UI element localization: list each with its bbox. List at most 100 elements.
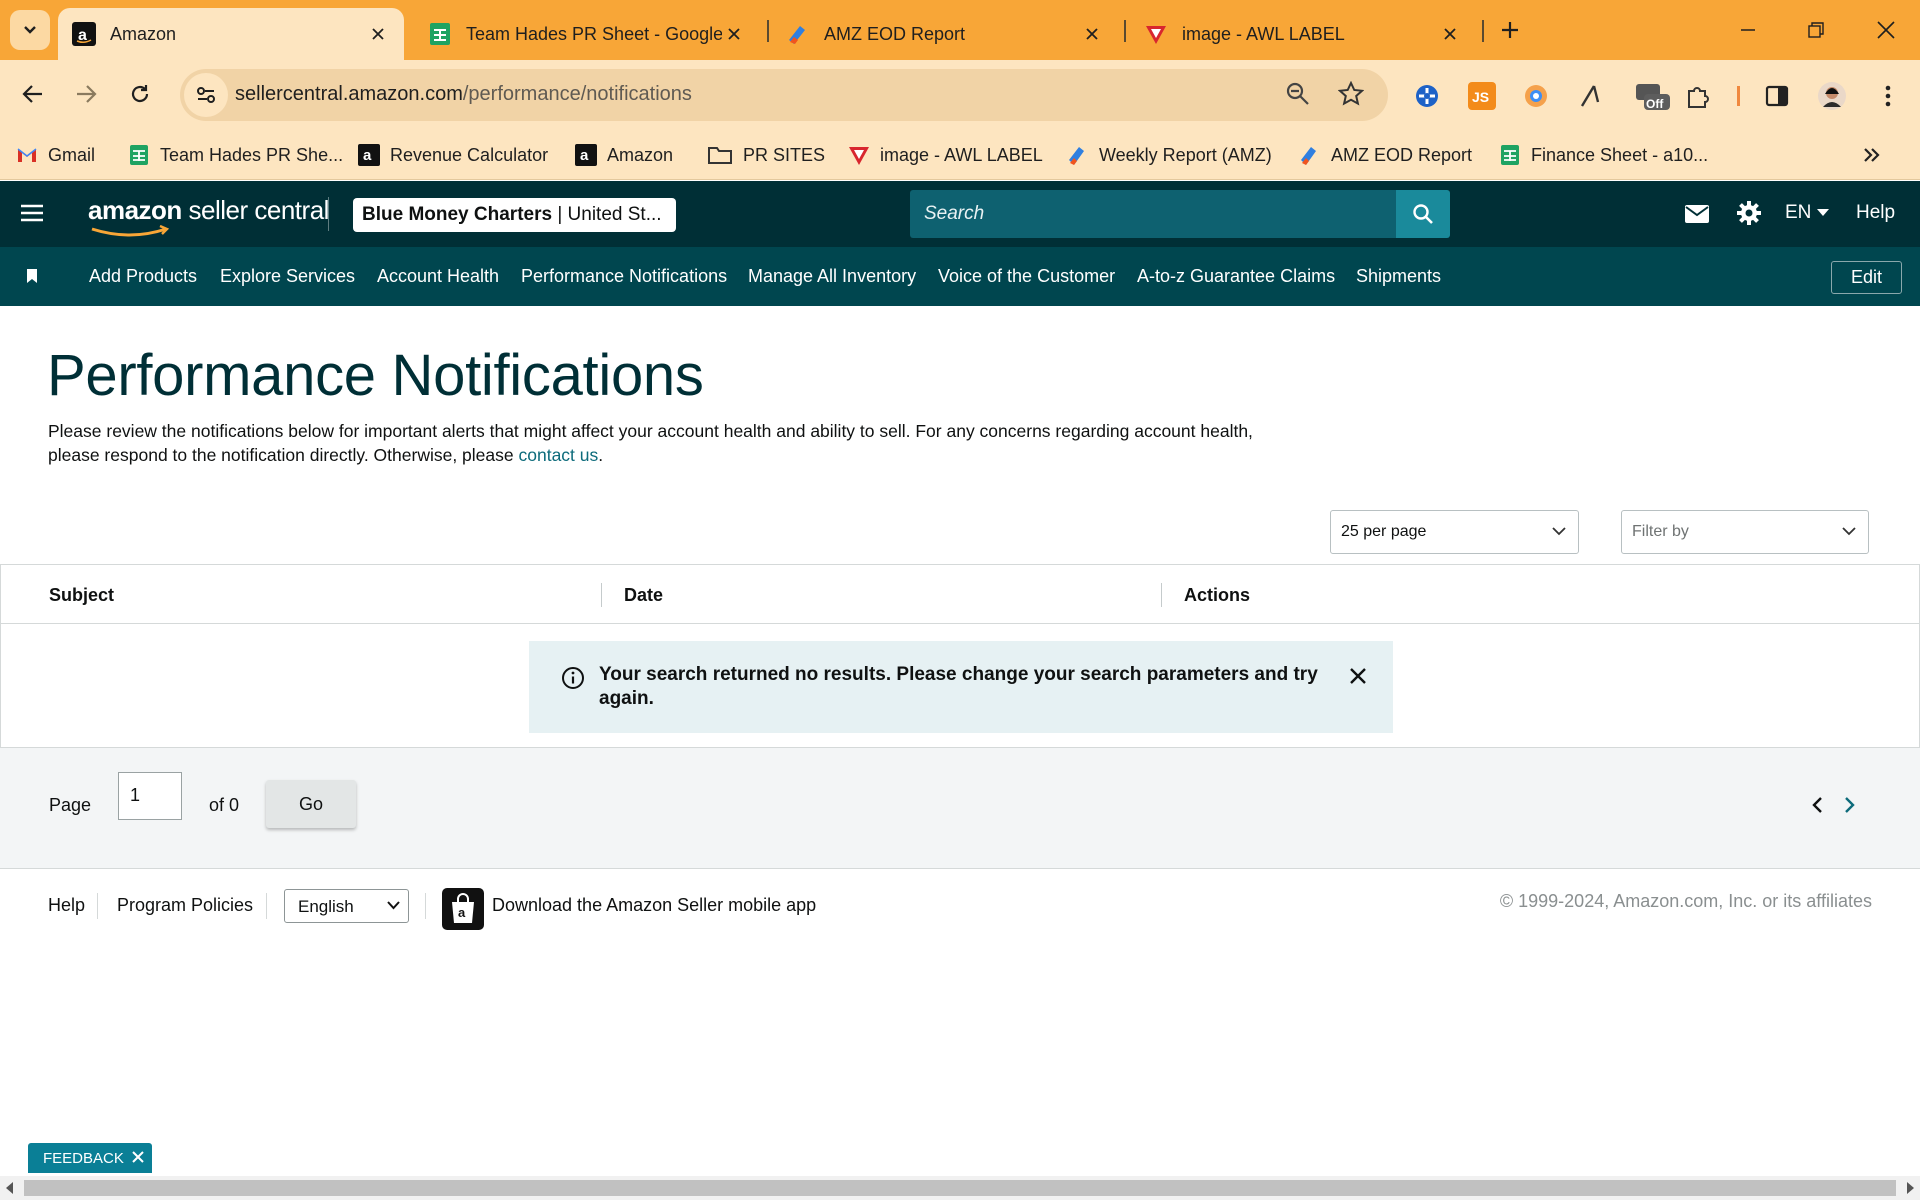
bookmark-label: Team Hades PR She...: [160, 144, 344, 165]
bookmark-team-hades[interactable]: Team Hades PR She...: [128, 142, 343, 168]
close-tab-icon[interactable]: [1080, 22, 1104, 46]
footer-language-select[interactable]: English: [284, 889, 409, 923]
download-app-link[interactable]: Download the Amazon Seller mobile app: [492, 895, 816, 916]
bookmark-gmail[interactable]: Gmail: [16, 142, 95, 168]
column-header-date[interactable]: Date: [624, 585, 663, 606]
new-tab-button[interactable]: [1494, 14, 1526, 46]
close-tab-icon[interactable]: [722, 22, 746, 46]
crosshair-extension-icon[interactable]: [1411, 80, 1443, 112]
horizontal-scrollbar[interactable]: [0, 1176, 1920, 1200]
nav-account-health[interactable]: Account Health: [377, 266, 499, 287]
amazon-icon: a: [575, 144, 597, 166]
color-picker-extension-icon[interactable]: [1520, 80, 1552, 112]
account-name: Blue Money Charters: [362, 204, 553, 225]
folder-icon: [708, 147, 732, 164]
minimize-button[interactable]: [1730, 14, 1766, 46]
chevron-right-icon[interactable]: [1843, 796, 1857, 814]
url-host: sellercentral.amazon.com: [235, 83, 463, 105]
sheets-icon: [430, 23, 450, 45]
report-icon: [1069, 147, 1084, 165]
header-search-input[interactable]: Search: [910, 190, 1396, 238]
nav-voice-of-the-customer[interactable]: Voice of the Customer: [938, 266, 1115, 287]
tab-divider: [1124, 20, 1126, 42]
site-info-button[interactable]: [184, 73, 228, 117]
header-help-link[interactable]: Help: [1856, 202, 1895, 224]
footer-help-link[interactable]: Help: [48, 895, 85, 916]
side-panel-icon[interactable]: [1761, 80, 1793, 112]
tab-search-button[interactable]: [10, 10, 50, 50]
nav-performance-notifications[interactable]: Performance Notifications: [521, 266, 727, 287]
program-policies-link[interactable]: Program Policies: [117, 895, 253, 916]
nav-explore-services[interactable]: Explore Services: [220, 266, 355, 287]
js-extension-icon[interactable]: JS: [1466, 80, 1498, 112]
bookmark-icon[interactable]: [26, 268, 38, 284]
close-tab-icon[interactable]: [1438, 22, 1462, 46]
bookmark-amazon[interactable]: a Amazon: [575, 142, 673, 168]
gear-icon[interactable]: [1736, 200, 1762, 226]
filter-by-select[interactable]: Filter by: [1621, 510, 1869, 554]
nav-shipments[interactable]: Shipments: [1356, 266, 1441, 287]
language-selector[interactable]: EN: [1785, 202, 1830, 224]
seller-central-logo[interactable]: amazon seller central: [88, 195, 329, 226]
header-divider: [328, 197, 329, 231]
intro-body: Please review the notifications below fo…: [48, 421, 1253, 465]
bookmark-finance-sheet[interactable]: Finance Sheet - a10...: [1499, 142, 1708, 168]
close-window-button[interactable]: [1868, 14, 1904, 46]
more-vertical-icon: [1885, 85, 1891, 107]
browser-menu-button[interactable]: [1872, 80, 1904, 112]
go-button[interactable]: Go: [266, 780, 356, 828]
column-divider: [1161, 583, 1162, 607]
bookmark-pr-sites[interactable]: PR SITES: [707, 142, 825, 168]
bookmark-label: Weekly Report (AMZ): [1099, 144, 1272, 165]
chevron-left-icon[interactable]: [1810, 796, 1824, 814]
bookmark-weekly-report[interactable]: Weekly Report (AMZ): [1067, 142, 1272, 168]
page-number-input[interactable]: 1: [118, 772, 182, 820]
close-icon[interactable]: [1349, 667, 1367, 685]
bookmark-awl-label[interactable]: image - AWL LABEL: [848, 142, 1043, 168]
edit-nav-button[interactable]: Edit: [1831, 261, 1902, 294]
bookmark-star-icon[interactable]: [1338, 81, 1364, 107]
close-icon[interactable]: [132, 1151, 144, 1163]
hamburger-menu-icon[interactable]: [20, 203, 44, 223]
avatar[interactable]: [1816, 80, 1848, 112]
tab-amz-eod[interactable]: AMZ EOD Report: [772, 8, 1118, 60]
nav-add-products[interactable]: Add Products: [89, 266, 197, 287]
nav-a-to-z-claims[interactable]: A-to-z Guarantee Claims: [1137, 266, 1335, 287]
arrow-extension-icon[interactable]: [1574, 80, 1606, 112]
scroll-left-icon[interactable]: [6, 1182, 14, 1194]
scroll-right-icon[interactable]: [1906, 1182, 1914, 1194]
forward-button[interactable]: [68, 76, 104, 112]
bookmark-revenue-calculator[interactable]: a Revenue Calculator: [358, 142, 548, 168]
arrow-right-icon: [77, 85, 97, 103]
mail-icon[interactable]: [1684, 203, 1710, 225]
address-bar[interactable]: sellercentral.amazon.com/performance/not…: [180, 69, 1388, 121]
off-extension-icon[interactable]: Off: [1632, 80, 1672, 112]
svg-text:a: a: [363, 147, 372, 164]
bookmark-label: Gmail: [48, 144, 96, 165]
more-bookmarks-button[interactable]: [1862, 142, 1882, 168]
tab-amazon[interactable]: a Amazon: [58, 8, 404, 60]
account-region: | United St...: [552, 204, 662, 225]
no-results-message: Your search returned no results. Please …: [599, 664, 1318, 709]
double-chevron-right-icon: [1864, 148, 1880, 162]
zoom-icon[interactable]: [1285, 81, 1311, 107]
restore-button[interactable]: [1798, 14, 1834, 46]
scrollbar-thumb[interactable]: [24, 1180, 1896, 1196]
column-header-subject[interactable]: Subject: [49, 585, 114, 606]
nav-manage-all-inventory[interactable]: Manage All Inventory: [748, 266, 916, 287]
seller-app-icon[interactable]: a: [442, 888, 484, 930]
close-tab-icon[interactable]: [366, 22, 390, 46]
back-button[interactable]: [15, 76, 51, 112]
account-switcher[interactable]: Blue Money Charters | United St...: [353, 198, 676, 232]
per-page-select[interactable]: 25 per page: [1330, 510, 1579, 554]
puzzle-extensions-icon[interactable]: [1682, 80, 1714, 112]
feedback-button[interactable]: FEEDBACK: [28, 1143, 152, 1173]
minimize-icon: [1741, 29, 1755, 31]
tab-team-hades[interactable]: Team Hades PR Sheet - Google Sheets: [414, 8, 760, 60]
bookmark-amz-eod[interactable]: AMZ EOD Report: [1299, 142, 1472, 168]
tab-awl-label[interactable]: image - AWL LABEL: [1130, 8, 1476, 60]
header-search-button[interactable]: [1396, 190, 1450, 238]
tab-divider: [1482, 20, 1484, 42]
reload-button[interactable]: [122, 76, 158, 112]
contact-us-link[interactable]: contact us: [519, 445, 599, 465]
